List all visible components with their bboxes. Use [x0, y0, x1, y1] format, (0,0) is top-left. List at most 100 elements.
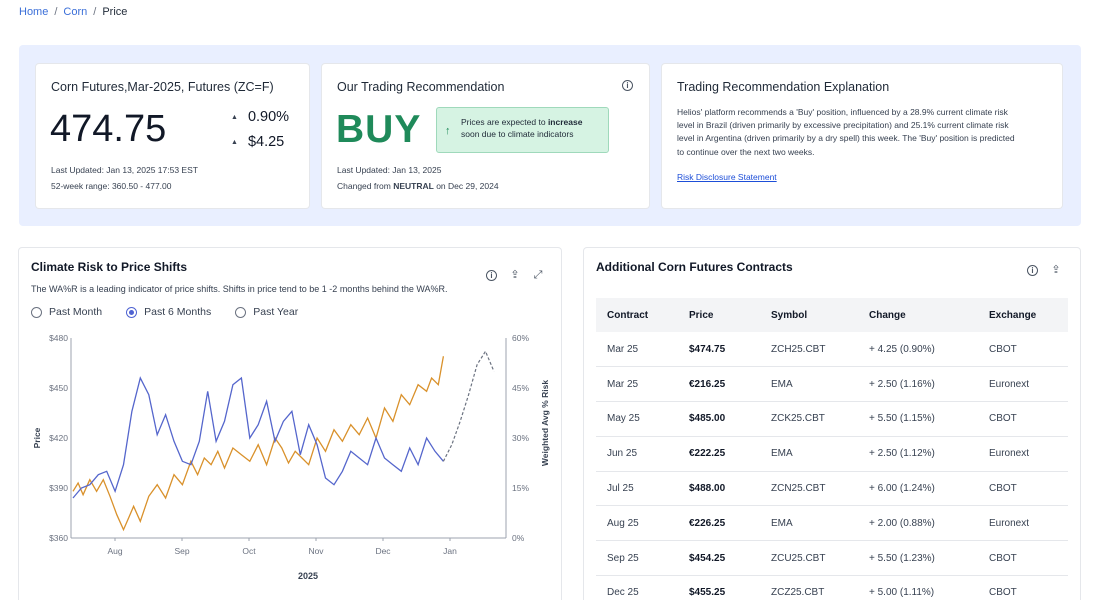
table-cell: €226.25	[678, 505, 760, 542]
y2-tick-label: 15%	[512, 483, 529, 493]
table-cell: Jul 25	[596, 471, 678, 507]
risk-series-line	[72, 376, 444, 499]
radio-label: Past 6 Months	[144, 306, 212, 318]
changed-bold: NEUTRAL	[393, 181, 434, 191]
y2-tick-label: 0%	[512, 533, 525, 543]
y-tick-label: $480	[49, 333, 68, 343]
table-cell: €222.25	[678, 436, 760, 472]
column-header[interactable]: Exchange	[978, 298, 1068, 332]
info-icon[interactable]: i	[1027, 265, 1038, 276]
table-cell: $454.25	[678, 540, 760, 577]
futures-price: 474.75	[50, 108, 167, 150]
table-row[interactable]: Mar 25 $474.75 ZCH25.CBT + 4.25 (0.90%) CBOT	[596, 332, 1068, 368]
change-percent: 0.90%	[247, 109, 290, 125]
y2-tick-label: 30%	[512, 433, 529, 443]
x-tick-label: Oct	[242, 546, 256, 556]
note-text-post: soon due to climate indicators	[461, 129, 574, 140]
table-cell: $455.25	[678, 575, 760, 600]
table-row[interactable]: May 25 $485.00 ZCK25.CBT + 5.50 (1.15%) CBOT	[596, 401, 1068, 437]
table-cell: CBOT	[978, 332, 1068, 368]
table-header-row: Contract Price Symbol Change Exchange	[596, 298, 1068, 332]
x-axis-title: 2025	[298, 571, 318, 581]
chart-title: Climate Risk to Price Shifts	[31, 260, 188, 274]
explanation-title: Trading Recommendation Explanation	[677, 80, 890, 94]
info-icon[interactable]: i	[622, 80, 633, 91]
radio-label: Past Year	[253, 306, 299, 318]
table-row[interactable]: Jun 25 €222.25 EMA + 2.50 (1.12%) Euronext	[596, 436, 1068, 472]
column-header[interactable]: Change	[858, 298, 978, 332]
table-cell: CBOT	[978, 540, 1068, 577]
table-cell: ZCU25.CBT	[760, 540, 858, 577]
column-header[interactable]: Symbol	[760, 298, 858, 332]
breadcrumb-corn-link[interactable]: Corn	[63, 6, 87, 18]
y2-axis-title: Weighted Avg % Risk	[540, 380, 550, 466]
table-cell: $474.75	[678, 332, 760, 368]
radio-circle[interactable]	[235, 306, 247, 318]
column-header[interactable]: Price	[678, 298, 760, 332]
radio-past-6-months[interactable]: Past 6 Months	[126, 306, 211, 318]
radio-past-month[interactable]: Past Month	[31, 306, 102, 318]
table-cell: Mar 25	[596, 366, 678, 403]
week-range: 52-week range: 360.50 - 477.00	[51, 181, 172, 191]
y-tick-label: $450	[49, 383, 68, 393]
contracts-title: Additional Corn Futures Contracts	[596, 260, 793, 274]
recommendation-title: Our Trading Recommendation	[337, 80, 505, 94]
radio-circle-selected[interactable]	[126, 306, 138, 318]
table-cell: EMA	[760, 366, 858, 403]
risk-forecast-line	[442, 350, 495, 462]
radio-label: Past Month	[49, 306, 103, 318]
share-icon[interactable]: ⇪	[509, 269, 521, 281]
table-cell: + 2.50 (1.16%)	[858, 366, 978, 403]
table-row[interactable]: Mar 25 €216.25 EMA + 2.50 (1.16%) Euronext	[596, 366, 1068, 403]
table-row[interactable]: Jul 25 $488.00 ZCN25.CBT + 6.00 (1.24%) CBOT	[596, 471, 1068, 507]
table-cell: ZCK25.CBT	[760, 401, 858, 437]
x-tick-label: Sep	[174, 546, 189, 556]
breadcrumb-separator: /	[54, 6, 58, 18]
contracts-card: Additional Corn Futures Contracts i ⇪ Co…	[584, 248, 1080, 600]
note-text-bold: increase	[547, 117, 583, 127]
recommendation-updated: Last Updated: Jan 13, 2025	[337, 165, 442, 175]
radio-past-year[interactable]: Past Year	[235, 306, 298, 318]
table-cell: Sep 25	[596, 540, 678, 577]
y-tick-label: $390	[49, 483, 68, 493]
recommendation-changed: Changed from NEUTRAL on Dec 29, 2024	[337, 181, 499, 191]
table-cell: Jun 25	[596, 436, 678, 472]
change-percent-row: ▲ 0.90%	[231, 109, 289, 125]
recommendation-signal: BUY	[336, 108, 422, 151]
y2-tick-label: 60%	[512, 333, 529, 343]
time-range-radios: Past Month Past 6 Months Past Year	[31, 306, 298, 318]
table-cell: Aug 25	[596, 505, 678, 542]
table-row[interactable]: Aug 25 €226.25 EMA + 2.00 (0.88%) Euronext	[596, 505, 1068, 542]
table-row[interactable]: Dec 25 $455.25 ZCZ25.CBT + 5.00 (1.11%) CBOT	[596, 575, 1068, 600]
radio-circle[interactable]	[31, 306, 42, 318]
x-tick-label: Dec	[375, 546, 391, 556]
expand-icon[interactable]: ⤢	[532, 269, 544, 281]
table-cell: Mar 25	[596, 332, 678, 368]
table-cell: CBOT	[978, 575, 1068, 600]
table-cell: + 2.00 (0.88%)	[858, 505, 978, 542]
explanation-body: Helios' platform recommends a 'Buy' posi…	[677, 107, 1015, 157]
risk-disclosure-link[interactable]: Risk Disclosure Statement	[677, 172, 777, 182]
table-cell: Dec 25	[596, 575, 678, 600]
table-cell: ZCH25.CBT	[760, 332, 858, 368]
table-cell: + 6.00 (1.24%)	[858, 471, 978, 507]
recommendation-note: ↑ Prices are expected to increase soon d…	[436, 107, 609, 153]
price-risk-chart[interactable]: $360 $390 $420 $450 $480 0% 15% 30% 45% 60% Aug Sep…	[19, 333, 561, 593]
recommendation-card: Our Trading Recommendation i BUY ↑ Price…	[322, 64, 649, 208]
table-cell: EMA	[760, 505, 858, 542]
table-cell: + 4.25 (0.90%)	[858, 332, 978, 368]
table-cell: May 25	[596, 401, 678, 437]
table-cell: CBOT	[978, 401, 1068, 437]
column-header[interactable]: Contract	[596, 298, 678, 332]
info-icon[interactable]: i	[486, 270, 497, 281]
chart-subtitle: The WA%R is a leading indicator of price…	[31, 284, 448, 294]
changed-post: on Dec 29, 2024	[433, 181, 499, 191]
table-row[interactable]: Sep 25 $454.25 ZCU25.CBT + 5.50 (1.23%) CBOT	[596, 540, 1068, 577]
table-cell: CBOT	[978, 471, 1068, 507]
share-icon[interactable]: ⇪	[1050, 264, 1062, 276]
futures-price-card: Corn Futures,Mar-2025, Futures (ZC=F) 47…	[36, 64, 309, 208]
table-cell: $488.00	[678, 471, 760, 507]
contracts-table: Contract Price Symbol Change Exchange Ma…	[596, 298, 1068, 600]
breadcrumb-home-link[interactable]: Home	[19, 6, 48, 18]
table-cell: + 5.00 (1.11%)	[858, 575, 978, 600]
